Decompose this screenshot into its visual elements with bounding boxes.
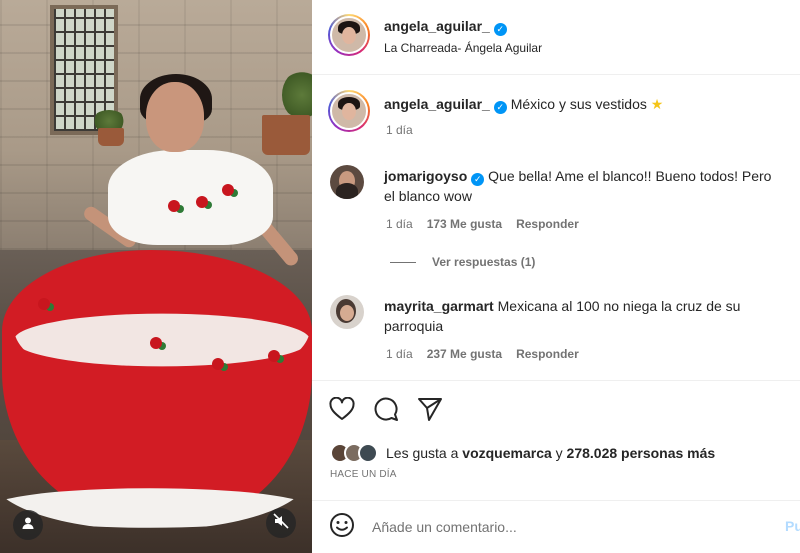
caption-username[interactable]: angela_aguilar_ (384, 96, 490, 112)
dress-embroidery (212, 358, 224, 370)
emoji-button[interactable] (328, 512, 356, 543)
view-replies-label: Ver respuestas (1) (432, 255, 536, 269)
speaker-muted-icon (273, 512, 289, 534)
dress-embroidery (196, 196, 208, 208)
comment-meta: 1 día 237 Me gusta Responder (386, 347, 579, 361)
post-comment-button[interactable]: Pu (785, 518, 800, 534)
post-timestamp[interactable]: HACE UN DÍA (330, 469, 397, 480)
share-button[interactable] (416, 397, 444, 425)
comment-meta: 1 día 173 Me gusta Responder (386, 217, 579, 231)
commenter-username[interactable]: mayrita_garmart (384, 298, 494, 314)
smiley-icon (329, 512, 355, 543)
dress-skirt (2, 250, 312, 520)
verified-badge-icon: ✓ (493, 101, 507, 114)
comment-likes[interactable]: 237 Me gusta (427, 347, 502, 361)
likes-count-link[interactable]: 278.028 personas más (567, 445, 716, 461)
dress-embroidery (222, 184, 234, 196)
comment-text: Que bella! Ame el blanco!! Bueno todos! … (488, 168, 772, 184)
dancer-face (146, 82, 204, 152)
likes-summary: Les gusta a vozquemarca y 278.028 person… (330, 441, 715, 465)
likes-conjunction: y (555, 445, 563, 461)
reply-button[interactable]: Responder (516, 347, 579, 361)
comment-input[interactable] (372, 515, 752, 539)
reply-button[interactable]: Responder (516, 217, 579, 231)
commenter-username[interactable]: jomarigoyso (384, 168, 467, 184)
caption-time[interactable]: 1 día (386, 123, 413, 137)
tagged-users-button[interactable] (13, 510, 43, 540)
paper-plane-icon (417, 396, 443, 427)
comment-button[interactable] (372, 397, 400, 425)
author-username[interactable]: angela_aguilar_ (384, 18, 490, 34)
verified-badge-icon: ✓ (493, 23, 507, 36)
post-header: angela_aguilar_ ✓ La Charreada- Ángela Ag… (312, 0, 800, 75)
caption-text: México y sus vestidos (510, 96, 647, 112)
commenter-avatar[interactable] (330, 165, 364, 199)
post-media-video[interactable] (0, 0, 312, 553)
comment-text-cont: el blanco wow (384, 188, 472, 204)
comment-likes[interactable]: 173 Me gusta (427, 217, 502, 231)
comment-text-cont: parroquia (384, 318, 444, 334)
dancer-figure (0, 0, 312, 553)
comment-bubble-icon (373, 396, 399, 427)
like-button[interactable] (328, 396, 356, 426)
dress-blouse (108, 150, 273, 245)
verified-badge-icon: ✓ (471, 173, 485, 186)
star-emoji-icon: ★ (650, 96, 664, 112)
liked-by-avatars (330, 443, 378, 463)
post-details-panel: angela_aguilar_ ✓ La Charreada- Ángela Ag… (312, 0, 800, 553)
view-replies-button[interactable]: Ver respuestas (1) (390, 255, 535, 269)
comment-time[interactable]: 1 día (386, 347, 413, 361)
caption-avatar[interactable] (328, 90, 370, 132)
likes-prefix: Les gusta a (386, 445, 459, 461)
user-icon (21, 516, 35, 535)
liked-by-user[interactable]: vozquemarca (462, 445, 551, 461)
liker-avatar[interactable] (358, 443, 378, 463)
dress-embroidery (168, 200, 180, 212)
dress-embroidery (150, 337, 162, 349)
comment-time[interactable]: 1 día (386, 217, 413, 231)
mute-toggle-button[interactable] (266, 508, 296, 538)
audio-subtitle[interactable]: La Charreada- Ángela Aguilar (384, 41, 542, 55)
commenter-avatar[interactable] (330, 295, 364, 329)
dress-embroidery (38, 298, 50, 310)
replies-divider (390, 261, 416, 263)
author-avatar[interactable] (328, 14, 370, 56)
heart-icon (329, 396, 355, 426)
add-comment-bar: Pu (312, 500, 800, 553)
comment-text: Mexicana al 100 no niega la cruz de su (497, 298, 741, 314)
dress-embroidery (268, 350, 280, 362)
